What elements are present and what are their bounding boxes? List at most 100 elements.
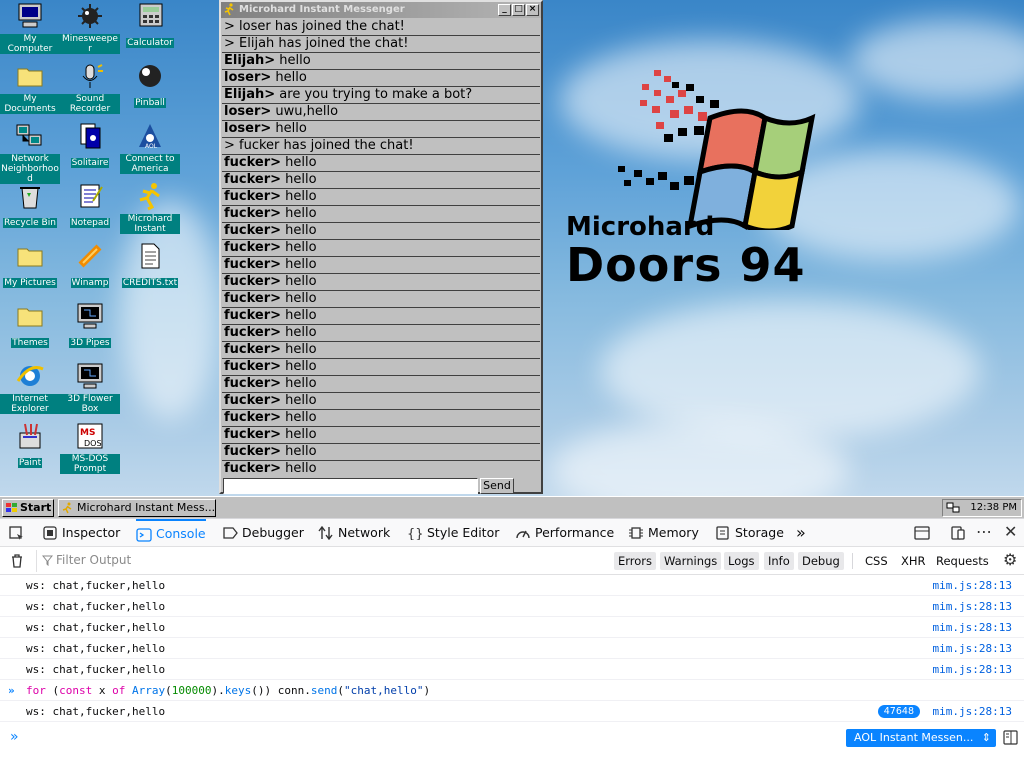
chat-username: loser> [224, 104, 272, 119]
desktop-icon-my-computer[interactable]: My Computer [0, 0, 60, 55]
chat-text: hello [281, 461, 317, 476]
chat-message: loser> hello [222, 70, 540, 87]
taskbar: Start Microhard Instant Mess... 12:38 PM [0, 496, 1024, 518]
chat-username: fucker> [224, 257, 282, 272]
desktop-icon-label: Connect to America [120, 154, 180, 174]
tab-console[interactable]: Console [136, 519, 206, 547]
desktop-icon-credits-txt[interactable]: CREDITS.txt [120, 240, 180, 289]
filter-info[interactable]: Info [764, 552, 794, 570]
desktop-icon-minesweeper[interactable]: Minesweeper [60, 0, 120, 55]
desktop-icon-internet-explorer[interactable]: Internet Explorer [0, 360, 60, 415]
desktop-icon-connect-to-america[interactable]: AOL Connect to America [120, 120, 180, 175]
log-source-link[interactable]: mim.js:28:13 [933, 638, 1012, 659]
filter-xhr[interactable]: XHR [897, 552, 930, 570]
tab-performance[interactable]: Performance [515, 519, 614, 547]
chat-message: fucker> hello [222, 189, 540, 206]
close-button[interactable]: × [526, 4, 539, 16]
chat-username: fucker> [224, 291, 282, 306]
taskbar-item-messenger[interactable]: Microhard Instant Mess... [58, 499, 216, 517]
chat-message: fucker> hello [222, 342, 540, 359]
maximize-button[interactable]: □ [512, 4, 525, 16]
chat-text: hello [275, 53, 311, 68]
tab-style-editor[interactable]: {} Style Editor [407, 519, 499, 547]
desktop-icon-calculator[interactable]: Calculator [120, 0, 180, 49]
chat-username: fucker> [224, 240, 282, 255]
sidebar-toggle-icon[interactable] [1003, 730, 1018, 745]
console-input-row[interactable]: » AOL Instant Messen... ⇕ [0, 727, 1024, 749]
more-tabs-button[interactable]: » [796, 519, 806, 547]
desktop-icon-pinball[interactable]: Pinball [120, 60, 180, 109]
desktop-icon-sound-recorder[interactable]: Sound Recorder [60, 60, 120, 115]
ie-icon [14, 360, 46, 392]
desktop-icon-ms-dos-prompt[interactable]: MS DOS MS-DOS Prompt [60, 420, 120, 475]
taskbar-item-label: Microhard Instant Mess... [77, 501, 216, 514]
paint-icon [14, 420, 46, 452]
window-titlebar[interactable]: Microhard Instant Messenger _ □ × [221, 2, 541, 18]
more-options-icon[interactable]: ⋯ [976, 524, 992, 541]
element-picker-icon[interactable] [8, 525, 24, 541]
log-source-link[interactable]: mim.js:28:13 [933, 596, 1012, 617]
desktop-icon-notepad[interactable]: Notepad [60, 180, 120, 229]
chat-text: hello [281, 427, 317, 442]
desktop-icon-paint[interactable]: Paint [0, 420, 60, 469]
start-button[interactable]: Start [2, 499, 54, 517]
minimize-button[interactable]: _ [498, 4, 511, 16]
dock-icon[interactable] [914, 525, 930, 541]
chat-text: hello [271, 121, 307, 136]
desktop-icon-label: MS-DOS Prompt [60, 454, 120, 474]
chat-message: fucker> hello [222, 444, 540, 461]
desktop-icon-my-documents[interactable]: My Documents [0, 60, 60, 115]
command-history-row: » for (const x of Array(100000).keys()) … [0, 680, 1024, 701]
chat-text: hello [281, 308, 317, 323]
tab-network[interactable]: Network [318, 519, 390, 547]
start-label: Start [20, 501, 52, 514]
desktop-icon-3d-pipes[interactable]: 3D Pipes [60, 300, 120, 349]
desktop-icon-my-pictures[interactable]: My Pictures [0, 240, 60, 289]
filter-css[interactable]: CSS [861, 552, 892, 570]
chat-message-input[interactable] [223, 478, 478, 494]
close-devtools-icon[interactable]: ✕ [1004, 524, 1020, 541]
svg-text:{}: {} [407, 527, 423, 540]
desktop-icon-solitaire[interactable]: Solitaire [60, 120, 120, 169]
chat-text: hello [281, 223, 317, 238]
filter-warnings[interactable]: Warnings [660, 552, 722, 570]
desktop-icon-microhard-instant[interactable]: Microhard Instant [120, 180, 180, 235]
desktop-icon-network-neighborhood[interactable]: Network Neighborhood [0, 120, 60, 185]
tab-debugger[interactable]: Debugger [222, 519, 304, 547]
send-button[interactable]: Send [480, 478, 514, 494]
network-icon [14, 120, 46, 152]
desktop-icon-recycle-bin[interactable]: Recycle Bin [0, 180, 60, 229]
desktop-icon-themes[interactable]: Themes [0, 300, 60, 349]
filter-requests[interactable]: Requests [932, 552, 993, 570]
responsive-mode-icon[interactable] [950, 525, 966, 541]
computer-icon [14, 0, 46, 32]
log-source-link[interactable]: mim.js:28:13 [933, 659, 1012, 680]
desktop-icon-3d-flower-box[interactable]: 3D Flower Box [60, 360, 120, 415]
context-selector[interactable]: AOL Instant Messen... ⇕ [846, 729, 996, 747]
desktop-icon-label: Internet Explorer [0, 394, 60, 414]
log-source-link[interactable]: mim.js:28:13 [933, 575, 1012, 596]
monitor-icon [74, 300, 106, 332]
log-message: ws: chat,fucker,hello [26, 600, 166, 613]
folder-icon [14, 240, 46, 272]
settings-gear-icon[interactable]: ⚙ [1003, 552, 1019, 568]
filter-errors[interactable]: Errors [614, 552, 657, 570]
chat-message: fucker> hello [222, 206, 540, 223]
desktop-icon-winamp[interactable]: Winamp [60, 240, 120, 289]
chat-text: hello [281, 257, 317, 272]
tab-storage[interactable]: Storage [715, 519, 784, 547]
chat-message: fucker> hello [222, 410, 540, 427]
network-tray-icon[interactable] [946, 502, 960, 514]
tab-memory[interactable]: Memory [628, 519, 699, 547]
instant-messenger-window[interactable]: Microhard Instant Messenger _ □ × > lose… [219, 0, 543, 494]
text-file-icon [134, 240, 166, 272]
filter-debug[interactable]: Debug [798, 552, 844, 570]
log-source-link[interactable]: mim.js:28:13 [933, 701, 1012, 722]
log-source-link[interactable]: mim.js:28:13 [933, 617, 1012, 638]
devtools-toolbar: Inspector Console Debugger Network {} St… [0, 519, 1024, 547]
tab-inspector[interactable]: Inspector [42, 519, 120, 547]
filter-output-input[interactable]: Filter Output [42, 553, 131, 567]
svg-text:MS: MS [80, 428, 95, 438]
trash-icon[interactable] [9, 553, 25, 569]
filter-logs[interactable]: Logs [724, 552, 759, 570]
